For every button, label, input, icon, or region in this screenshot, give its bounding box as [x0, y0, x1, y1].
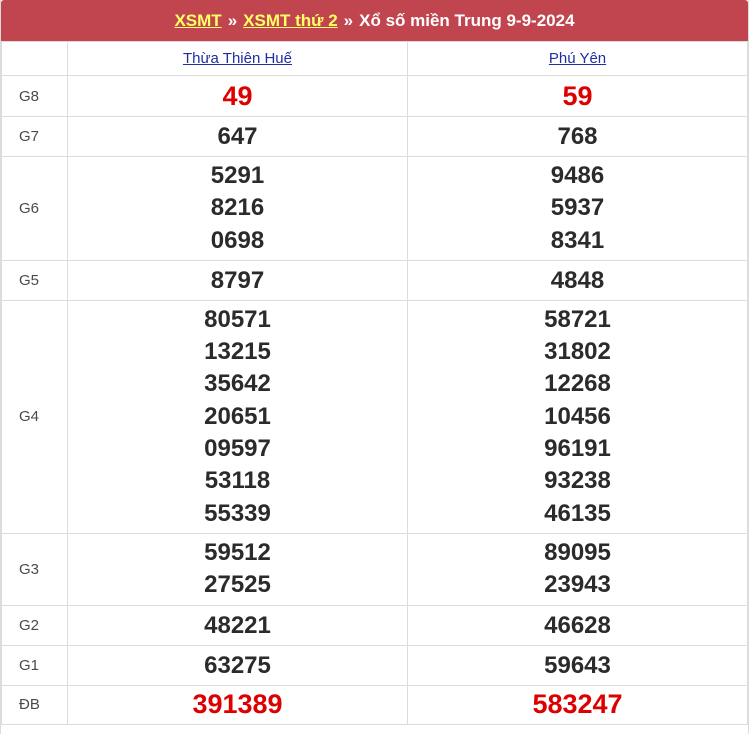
province-link-hue[interactable]: Thừa Thiên Huế: [183, 50, 292, 67]
prize-number: 46628: [407, 604, 748, 646]
prize-label: ĐB: [1, 684, 68, 725]
prize-numbers: 59512 27525: [67, 532, 408, 606]
prize-row-g3: G3 59512 27525 89095 23943: [1, 532, 748, 606]
prize-numbers: 89095 23943: [407, 532, 748, 606]
prize-number: 8797: [67, 259, 408, 301]
prize-number: 80571: [204, 305, 271, 333]
results-table: Thừa Thiên Huế Phú Yên G8 49 59 G7 647 7…: [1, 41, 748, 725]
prize-number: 93238: [544, 467, 611, 495]
prize-number: 10456: [544, 402, 611, 430]
prize-number: 55339: [204, 499, 271, 527]
prize-number: 8216: [210, 194, 265, 222]
prize-numbers: 9486 5937 8341: [407, 156, 748, 261]
prize-number: 89095: [544, 538, 611, 566]
empty-corner: [1, 41, 68, 76]
prize-row-g7: G7 647 768: [1, 116, 748, 157]
prize-number: 35642: [204, 370, 271, 398]
prize-row-g2: G2 48221 46628: [1, 604, 748, 646]
prize-row-special: ĐB 391389 583247: [1, 684, 748, 725]
lottery-results-panel: XSMT » XSMT thứ 2 » Xổ số miền Trung 9-9…: [0, 0, 749, 734]
title-bar: XSMT » XSMT thứ 2 » Xổ số miền Trung 9-9…: [1, 0, 748, 41]
prize-number: 20651: [204, 402, 271, 430]
prize-number: 768: [407, 116, 748, 157]
prize-label: G5: [1, 259, 68, 301]
prize-number: 48221: [67, 604, 408, 646]
page-title: Xổ số miền Trung 9-9-2024: [359, 10, 575, 30]
prize-label: G8: [1, 75, 68, 117]
prize-number: 13215: [204, 338, 271, 366]
prize-number: 0698: [210, 226, 265, 254]
prize-number: 59512: [204, 538, 271, 566]
province-header: Phú Yên: [407, 41, 748, 76]
prize-number: 63275: [67, 644, 408, 686]
prize-row-g6: G6 5291 8216 0698 9486 5937 8341: [1, 156, 748, 261]
prize-label: G6: [1, 156, 68, 261]
prize-number: 53118: [204, 467, 271, 495]
prize-number: 27525: [204, 571, 271, 599]
xsmt-monday-link[interactable]: XSMT thứ 2: [243, 11, 337, 31]
prize-number: 4848: [407, 259, 748, 301]
prize-label: G7: [1, 116, 68, 157]
prize-number: 23943: [544, 571, 611, 599]
breadcrumb-separator: »: [227, 10, 238, 30]
province-header-row: Thừa Thiên Huế Phú Yên: [1, 41, 748, 76]
prize-number: 12268: [544, 370, 611, 398]
prize-numbers: 5291 8216 0698: [67, 156, 408, 261]
breadcrumb-separator: »: [343, 10, 354, 30]
prize-row-g1: G1 63275 59643: [1, 644, 748, 686]
prize-number: 31802: [544, 338, 611, 366]
province-header: Thừa Thiên Huế: [67, 41, 408, 76]
prize-number: 46135: [544, 499, 611, 527]
prize-number: 96191: [544, 435, 611, 463]
prize-number: 647: [67, 116, 408, 157]
prize-label: G2: [1, 604, 68, 646]
prize-row-g8: G8 49 59: [1, 75, 748, 117]
prize-numbers: 58721 31802 12268 10456 96191 93238 4613…: [407, 299, 748, 534]
prize-number: 09597: [204, 435, 271, 463]
special-prize-number: 391389: [67, 684, 408, 725]
prize-number: 8341: [550, 226, 605, 254]
prize-row-g4: G4 80571 13215 35642 20651 09597 53118 5…: [1, 299, 748, 534]
prize-numbers: 80571 13215 35642 20651 09597 53118 5533…: [67, 299, 408, 534]
xsmt-link[interactable]: XSMT: [174, 11, 221, 31]
prize-number: 5937: [550, 194, 605, 222]
prize-number: 59: [407, 75, 748, 117]
prize-number: 59643: [407, 644, 748, 686]
prize-label: G3: [1, 532, 68, 606]
province-link-phu-yen[interactable]: Phú Yên: [549, 50, 606, 67]
prize-row-g5: G5 8797 4848: [1, 259, 748, 301]
prize-number: 5291: [210, 162, 265, 189]
prize-label: G4: [1, 299, 68, 534]
special-prize-number: 583247: [407, 684, 748, 725]
prize-label: G1: [1, 644, 68, 686]
prize-number: 9486: [550, 162, 605, 189]
prize-number: 58721: [544, 305, 611, 333]
prize-number: 49: [67, 75, 408, 117]
